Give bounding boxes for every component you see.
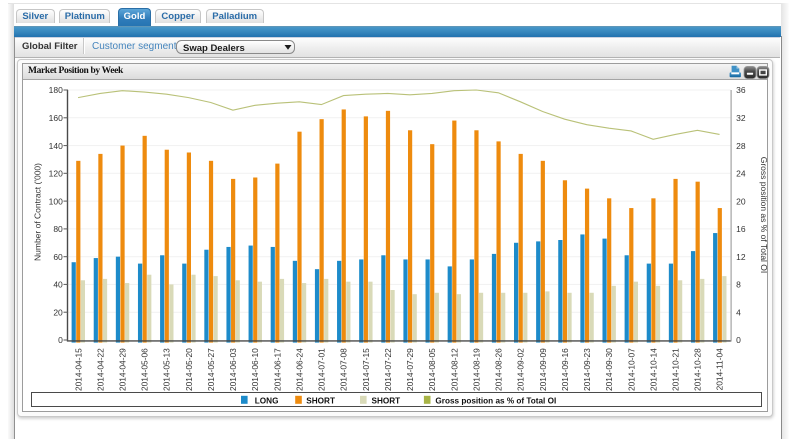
- svg-text:120: 120: [49, 169, 63, 179]
- svg-text:2014-04-29: 2014-04-29: [118, 348, 128, 391]
- svg-text:32: 32: [736, 113, 746, 123]
- svg-text:0: 0: [58, 335, 63, 345]
- svg-text:60: 60: [53, 252, 63, 262]
- svg-text:2014-10-07: 2014-10-07: [626, 348, 636, 391]
- svg-text:2014-11-04: 2014-11-04: [715, 348, 725, 391]
- svg-text:2014-08-05: 2014-08-05: [427, 348, 437, 391]
- svg-text:2014-08-19: 2014-08-19: [471, 348, 481, 391]
- svg-text:Number of Contract ('000): Number of Contract ('000): [33, 163, 43, 261]
- svg-text:Gross position as % of Total O: Gross position as % of Total OI: [759, 157, 769, 274]
- svg-text:12: 12: [736, 252, 746, 262]
- svg-text:2014-04-15: 2014-04-15: [73, 348, 83, 391]
- svg-text:80: 80: [53, 224, 63, 234]
- svg-text:40: 40: [53, 280, 63, 290]
- svg-text:SHORT: SHORT: [372, 397, 401, 406]
- svg-text:20: 20: [736, 196, 746, 206]
- svg-text:0: 0: [736, 335, 741, 345]
- svg-text:2014-06-10: 2014-06-10: [250, 348, 260, 391]
- svg-text:140: 140: [49, 141, 63, 151]
- svg-text:Gross position as % of Total O: Gross position as % of Total OI: [435, 397, 556, 406]
- svg-text:24: 24: [736, 169, 746, 179]
- svg-text:2014-07-08: 2014-07-08: [339, 348, 349, 391]
- svg-text:16: 16: [736, 224, 746, 234]
- svg-text:2014-05-20: 2014-05-20: [184, 348, 194, 391]
- svg-text:2014-07-22: 2014-07-22: [383, 348, 393, 391]
- svg-text:2014-04-22: 2014-04-22: [95, 348, 105, 391]
- svg-text:2014-09-23: 2014-09-23: [582, 348, 592, 391]
- svg-text:28: 28: [736, 141, 746, 151]
- svg-text:2014-07-29: 2014-07-29: [405, 348, 415, 391]
- svg-text:20: 20: [53, 307, 63, 317]
- svg-text:4: 4: [736, 307, 741, 317]
- svg-text:LONG: LONG: [255, 397, 279, 406]
- svg-text:180: 180: [49, 85, 63, 95]
- svg-text:2014-10-21: 2014-10-21: [671, 348, 681, 391]
- svg-text:2014-07-01: 2014-07-01: [317, 348, 327, 391]
- svg-text:2014-10-14: 2014-10-14: [648, 348, 658, 391]
- svg-text:2014-05-06: 2014-05-06: [140, 348, 150, 391]
- svg-text:SHORT: SHORT: [306, 397, 335, 406]
- svg-text:2014-08-12: 2014-08-12: [449, 348, 459, 391]
- svg-text:2014-09-02: 2014-09-02: [516, 348, 526, 391]
- svg-text:36: 36: [736, 85, 746, 95]
- svg-text:2014-06-03: 2014-06-03: [228, 348, 238, 391]
- svg-text:2014-05-13: 2014-05-13: [162, 348, 172, 391]
- svg-text:2014-09-09: 2014-09-09: [538, 348, 548, 391]
- svg-text:2014-10-28: 2014-10-28: [693, 348, 703, 391]
- svg-text:2014-06-24: 2014-06-24: [294, 348, 304, 391]
- svg-text:2014-09-30: 2014-09-30: [604, 348, 614, 391]
- svg-text:2014-05-27: 2014-05-27: [206, 348, 216, 391]
- svg-text:100: 100: [49, 196, 63, 206]
- svg-text:2014-09-16: 2014-09-16: [560, 348, 570, 391]
- svg-text:2014-08-26: 2014-08-26: [494, 348, 504, 391]
- svg-text:160: 160: [49, 113, 63, 123]
- svg-text:2014-07-15: 2014-07-15: [361, 348, 371, 391]
- svg-text:8: 8: [736, 280, 741, 290]
- svg-text:2014-06-17: 2014-06-17: [272, 348, 282, 391]
